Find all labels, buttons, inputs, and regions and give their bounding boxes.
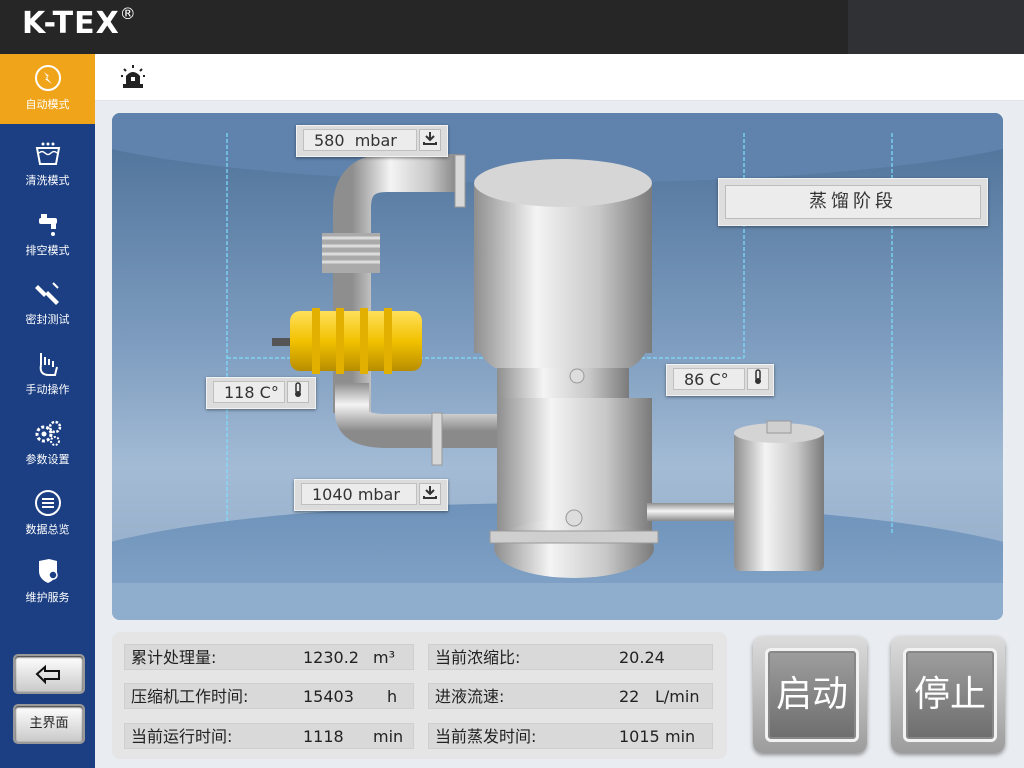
phase-label: 蒸馏阶段: [725, 185, 981, 219]
sidebar: 自动模式 清洗模式 排空模式 密封测试 手动操作 参数设置 数据总览 维护服务 …: [0, 54, 95, 768]
sidebar-item-label: 排空模式: [25, 244, 70, 257]
gears-icon: [35, 420, 61, 446]
stop-button[interactable]: 停止: [891, 636, 1005, 753]
stat-compressor-time: 压缩机工作时间: 15403 h: [124, 683, 414, 709]
alarm-beacon-icon[interactable]: [120, 64, 146, 90]
manual-hand-icon: [39, 353, 58, 376]
pressure-bottom-readout: 1040 mbar: [294, 479, 448, 511]
sidebar-item-parameters[interactable]: 参数设置: [0, 409, 95, 475]
wash-icon: [35, 142, 60, 165]
sidebar-item-label: 清洗模式: [25, 174, 70, 187]
download-icon: [423, 486, 437, 499]
home-button-label: 主界面: [29, 716, 69, 731]
shield-user-icon: [38, 559, 58, 583]
stat-concentration-ratio: 当前浓缩比: 20.24: [428, 644, 713, 670]
stat-total-processed: 累计处理量: 1230.2 m³: [124, 644, 414, 670]
sidebar-item-label: 参数设置: [25, 453, 70, 466]
sidebar-item-seal-test[interactable]: 密封测试: [0, 269, 95, 335]
temp-right-readout: 86 C°: [666, 364, 774, 396]
sidebar-item-label: 密封测试: [25, 313, 70, 326]
auto-mode-icon: [34, 65, 61, 91]
drain-faucet-icon: [38, 214, 57, 236]
pressure-top-readout: 580 mbar: [296, 125, 448, 157]
start-button-label: 启动: [765, 648, 859, 742]
home-button[interactable]: 主界面: [13, 704, 85, 744]
download-button[interactable]: [419, 483, 441, 505]
alarm-bar: [95, 54, 1024, 101]
sidebar-item-label: 数据总览: [25, 523, 70, 536]
brand-logo: K-TEX®: [22, 4, 137, 41]
thermometer-button[interactable]: [287, 381, 309, 403]
sidebar-item-label: 手动操作: [25, 383, 70, 396]
phase-status: 蒸馏阶段: [718, 178, 988, 226]
thermometer-button[interactable]: [747, 368, 769, 390]
list-icon: [34, 490, 61, 516]
sidebar-item-maintenance[interactable]: 维护服务: [0, 547, 95, 613]
sidebar-item-label: 自动模式: [25, 98, 70, 111]
pressure-top-value: 580 mbar: [303, 129, 417, 151]
temp-left-readout: 118 C°: [206, 377, 316, 409]
seal-test-icon: [34, 282, 59, 305]
stop-button-label: 停止: [903, 648, 997, 742]
top-bar-right: [848, 0, 1024, 54]
stat-feed-flow: 进液流速: 22 L/min: [428, 683, 713, 709]
thermometer-icon: [295, 382, 301, 397]
back-button[interactable]: [13, 654, 85, 694]
stats-panel: 累计处理量: 1230.2 m³ 压缩机工作时间: 15403 h 当前运行时间…: [112, 632, 727, 759]
return-arrow-icon: [35, 664, 60, 685]
sidebar-item-manual[interactable]: 手动操作: [0, 339, 95, 405]
sidebar-item-label: 维护服务: [25, 591, 70, 604]
start-button[interactable]: 启动: [753, 636, 867, 753]
temp-left-value: 118 C°: [213, 381, 285, 403]
sidebar-item-auto-mode[interactable]: 自动模式: [0, 54, 95, 124]
top-bar: K-TEX®: [0, 0, 1024, 54]
download-button[interactable]: [419, 129, 441, 151]
temp-right-value: 86 C°: [673, 368, 745, 390]
pressure-bottom-value: 1040 mbar: [301, 483, 417, 505]
sidebar-item-wash-mode[interactable]: 清洗模式: [0, 130, 95, 196]
thermometer-icon: [755, 369, 761, 384]
sidebar-item-drain-mode[interactable]: 排空模式: [0, 200, 95, 266]
stat-current-run-time: 当前运行时间: 1118 min: [124, 723, 414, 749]
sidebar-item-data-overview[interactable]: 数据总览: [0, 479, 95, 545]
roots-pump: [272, 308, 422, 374]
stat-evaporation-time: 当前蒸发时间: 1015 min: [428, 723, 713, 749]
download-icon: [423, 132, 437, 145]
